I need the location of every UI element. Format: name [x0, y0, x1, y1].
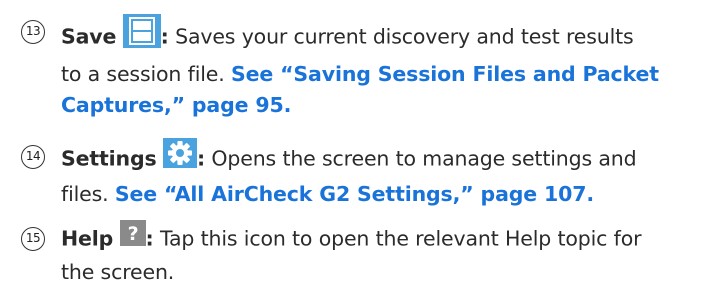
item-number: 14: [21, 145, 45, 169]
help-icon: ?: [119, 220, 146, 255]
item-title: Settings: [61, 146, 157, 171]
svg-text:?: ?: [127, 223, 138, 245]
item-description-1: Opens the screen to manage settings and: [211, 146, 637, 171]
item-text: Help ? : Tap this icon to open the relev…: [61, 220, 701, 288]
item-description-1: Tap this icon to open the relevant Help …: [159, 226, 642, 251]
item-description-2: to a session file.: [61, 62, 225, 86]
item-title: Save: [61, 24, 117, 49]
cross-reference-link[interactable]: See “All AirCheck G2 Settings,” page 107…: [115, 182, 594, 206]
item-description-2: the screen.: [61, 260, 175, 284]
gear-icon: [162, 138, 197, 177]
item-text: Save : Saves your current discovery and …: [61, 14, 701, 121]
cross-reference-link-continued[interactable]: Captures,” page 95.: [61, 93, 291, 117]
item-number: 13: [21, 20, 45, 44]
cross-reference-link[interactable]: See “Saving Session Files and Packet: [231, 62, 659, 86]
save-icon: [122, 14, 161, 57]
item-number: 15: [21, 227, 45, 251]
item-description-2: files.: [61, 182, 109, 206]
item-text: Settings : Opens the screen to manage se…: [61, 138, 701, 210]
item-description-1: Saves your current discovery and test re…: [175, 24, 634, 49]
item-title: Help: [61, 226, 114, 251]
